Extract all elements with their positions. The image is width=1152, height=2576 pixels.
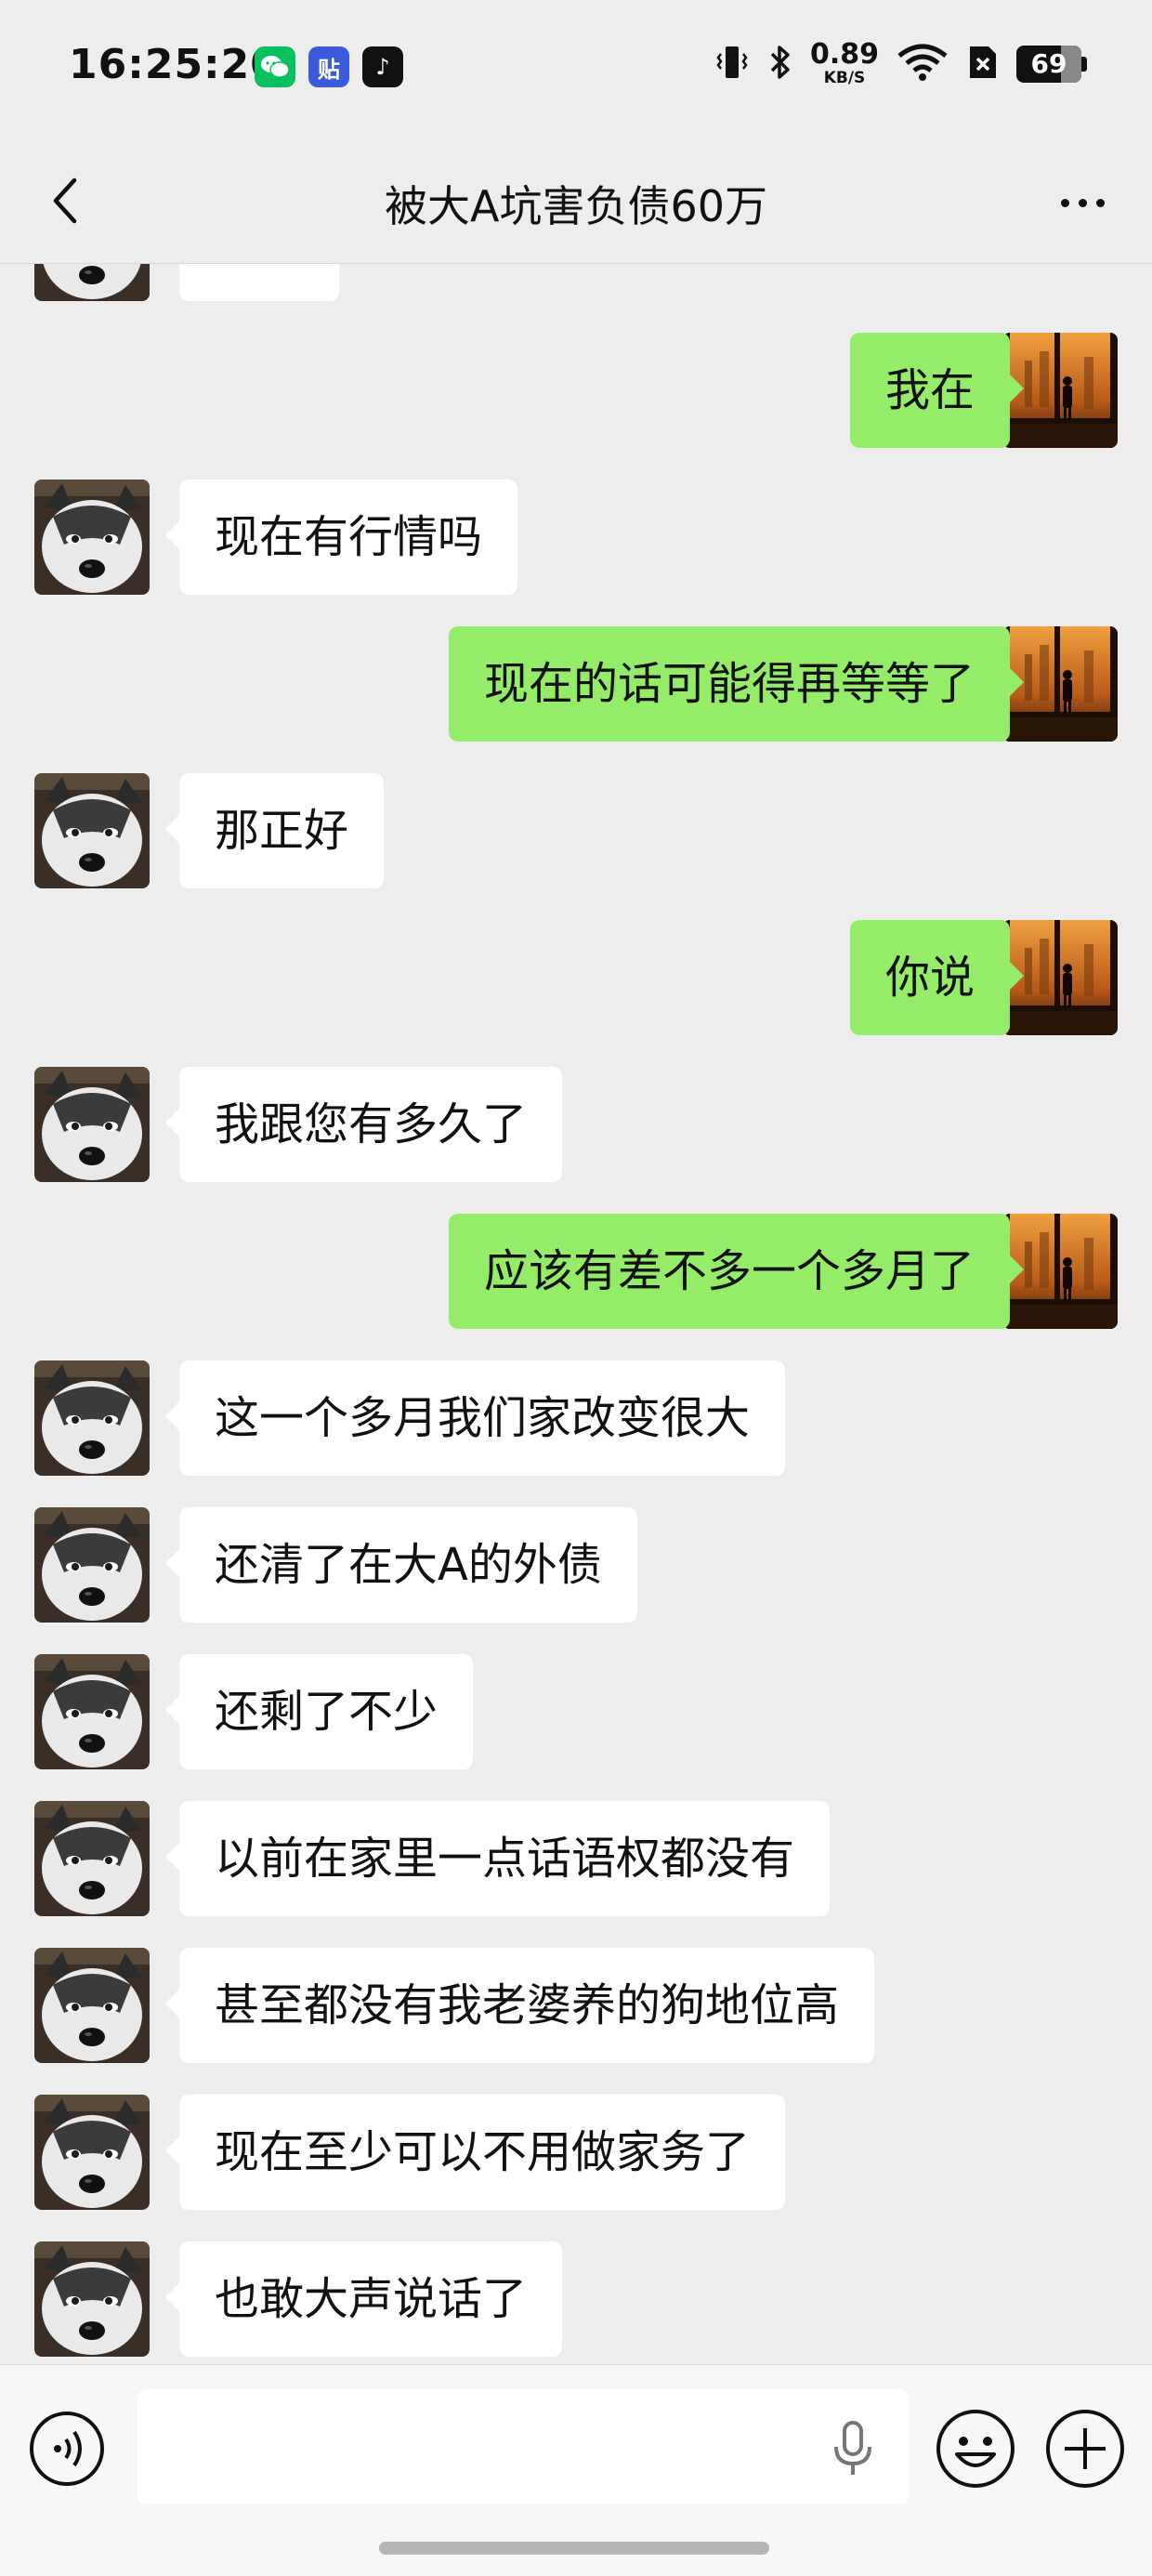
wifi-icon xyxy=(896,43,949,85)
sim-disabled-icon xyxy=(966,43,1000,85)
message-bubble[interactable]: 现在至少可以不用做家务了 xyxy=(164,2095,786,2210)
message-bubble[interactable]: 我在 xyxy=(849,333,1025,448)
message-bubble[interactable]: 我跟您有多久了 xyxy=(164,1067,563,1182)
contact-avatar[interactable] xyxy=(34,264,150,301)
received-message: 也敢大声说话了 xyxy=(0,2241,1152,2357)
status-bar: 16:25:20 贴 ♪ 0.89 KB/S 69 xyxy=(0,0,1152,138)
message-bubble[interactable]: 甚至都没有我老婆养的狗地位高 xyxy=(164,1948,875,2063)
microphone-icon xyxy=(827,2421,879,2482)
contact-avatar[interactable] xyxy=(34,1948,150,2063)
received-message: 老师 xyxy=(0,264,1152,301)
more-dots-icon xyxy=(1060,198,1069,207)
network-speed-value: 0.89 xyxy=(809,38,879,71)
more-dots-icon xyxy=(1095,198,1105,207)
sent-message: 现在的话可能得再等等了 xyxy=(0,626,1152,742)
sent-message: 应该有差不多一个多月了 xyxy=(0,1214,1152,1329)
wechat-icon xyxy=(255,46,295,87)
received-message: 现在有行情吗 xyxy=(0,480,1152,595)
network-speed: 0.89 KB/S xyxy=(810,41,879,86)
vibrate-icon xyxy=(713,43,751,85)
message-bubble[interactable]: 应该有差不多一个多月了 xyxy=(448,1214,1025,1329)
tieba-icon: 贴 xyxy=(308,46,349,87)
bluetooth-icon xyxy=(767,43,793,85)
message-input[interactable] xyxy=(137,2389,909,2504)
message-bubble[interactable]: 现在有行情吗 xyxy=(164,480,518,595)
status-indicators: 0.89 KB/S 69 xyxy=(713,41,1087,86)
more-functions-button[interactable] xyxy=(1044,2408,1126,2490)
plus-icon xyxy=(1044,2410,1126,2493)
message-bubble[interactable]: 你说 xyxy=(849,920,1025,1035)
emoji-icon xyxy=(935,2410,1016,2493)
contact-avatar[interactable] xyxy=(34,2095,150,2210)
voice-mode-icon xyxy=(28,2412,106,2491)
chat-input-bar xyxy=(0,2364,1152,2576)
notification-app-icons: 贴 ♪ xyxy=(255,46,403,87)
received-message: 我跟您有多久了 xyxy=(0,1067,1152,1182)
contact-avatar[interactable] xyxy=(34,1067,150,1182)
message-bubble[interactable]: 还清了在大A的外债 xyxy=(165,1507,637,1623)
contact-avatar[interactable] xyxy=(34,1801,150,1916)
emoji-button[interactable] xyxy=(935,2408,1016,2490)
contact-avatar[interactable] xyxy=(34,1507,150,1623)
wechat-chat-screen: 16:25:20 贴 ♪ 0.89 KB/S 69 被大A坑害负债60万 我在 … xyxy=(0,0,1152,2576)
network-speed-unit: KB/S xyxy=(823,69,866,87)
received-message: 现在至少可以不用做家务了 xyxy=(0,2095,1152,2210)
battery-indicator: 69 xyxy=(1016,45,1087,83)
battery-level: 69 xyxy=(1030,48,1067,79)
chat-header: 被大A坑害负债60万 xyxy=(0,138,1152,264)
sent-message: 你说 xyxy=(0,920,1152,1035)
message-bubble[interactable]: 还剩了不少 xyxy=(164,1654,474,1769)
contact-avatar[interactable] xyxy=(34,1654,150,1769)
more-options-button[interactable] xyxy=(1041,165,1124,240)
received-message: 甚至都没有我老婆养的狗地位高 xyxy=(0,1948,1152,2063)
message-bubble[interactable]: 也敢大声说话了 xyxy=(164,2241,563,2357)
received-message: 这一个多月我们家改变很大 xyxy=(0,1360,1152,1476)
battery-body: 69 xyxy=(1016,45,1081,83)
message-bubble[interactable]: 以前在家里一点话语权都没有 xyxy=(164,1801,831,1916)
contact-avatar[interactable] xyxy=(34,2241,150,2357)
received-message: 还剩了不少 xyxy=(0,1654,1152,1769)
message-bubble[interactable]: 老师 xyxy=(179,264,340,301)
message-list[interactable]: 老师 我在 现在有行情吗 现在的话可能得再等等了 那正好 xyxy=(0,264,1152,2364)
contact-avatar[interactable] xyxy=(34,773,150,888)
message-bubble[interactable]: 现在的话可能得再等等了 xyxy=(448,626,1025,742)
sent-message: 我在 xyxy=(0,333,1152,448)
chat-title: 被大A坑害负债60万 xyxy=(384,181,767,231)
received-message: 以前在家里一点话语权都没有 xyxy=(0,1801,1152,1916)
contact-avatar[interactable] xyxy=(34,1360,150,1476)
voice-mode-button[interactable] xyxy=(28,2410,106,2488)
message-bubble[interactable]: 那正好 xyxy=(164,773,385,888)
more-dots-icon xyxy=(1078,198,1087,207)
status-time: 16:25:20 xyxy=(69,41,280,88)
message-bubble[interactable]: 这一个多月我们家改变很大 xyxy=(164,1360,786,1476)
douyin-icon: ♪ xyxy=(362,46,403,87)
battery-tip xyxy=(1081,56,1087,72)
home-indicator[interactable] xyxy=(379,2542,769,2555)
received-message: 那正好 xyxy=(0,773,1152,888)
contact-avatar[interactable] xyxy=(34,480,150,595)
received-message: 还清了在大A的外债 xyxy=(0,1507,1152,1623)
microphone-button[interactable] xyxy=(827,2419,879,2478)
